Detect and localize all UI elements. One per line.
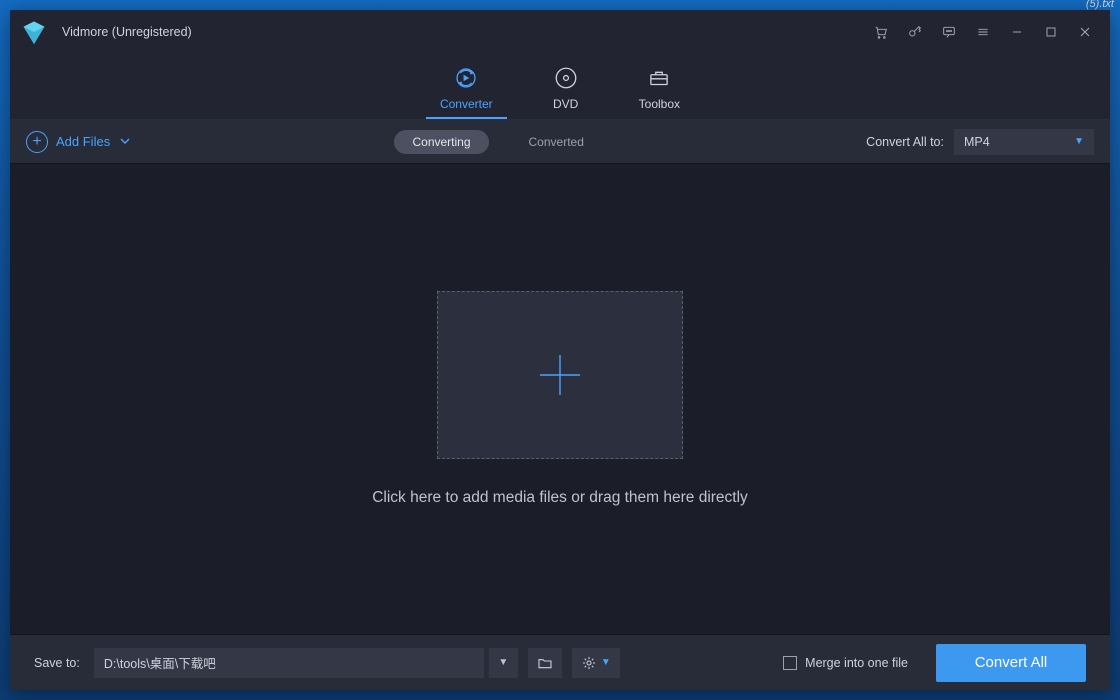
settings-button[interactable]: ▼ [572,648,620,678]
converted-tab[interactable]: Converted [511,130,602,154]
convert-all-button[interactable]: Convert All [936,644,1086,682]
main-tabs: Converter DVD Toolbox [10,54,1110,120]
tab-converter[interactable]: Converter [440,65,493,119]
app-title: Vidmore (Unregistered) [62,25,192,39]
save-to-label: Save to: [34,656,80,670]
plus-circle-icon: + [26,131,48,153]
tab-label: DVD [553,97,578,111]
convert-all-to-label: Convert All to: [866,135,944,149]
titlebar: Vidmore (Unregistered) [10,10,1110,54]
open-folder-button[interactable] [528,648,562,678]
add-files-button[interactable]: + Add Files [26,131,130,153]
status-toggle: Converting Converted [140,130,856,154]
app-window: Vidmore (Unregistered) Converter DVD T [10,10,1110,690]
key-icon[interactable] [898,10,932,54]
triangle-down-icon: ▼ [498,657,508,668]
bottom-bar: Save to: D:\tools\桌面\下载吧 ▼ ▼ Merge into … [10,634,1110,690]
action-bar: + Add Files Converting Converted Convert… [10,120,1110,164]
triangle-down-icon: ▼ [1074,136,1084,147]
tab-label: Converter [440,97,493,111]
dropbox[interactable] [437,291,683,459]
cart-icon[interactable] [864,10,898,54]
merge-label: Merge into one file [805,656,908,670]
merge-checkbox[interactable]: Merge into one file [783,656,908,670]
desktop-corner-filename: (5).txt [1086,0,1114,10]
triangle-down-icon: ▼ [601,657,611,668]
toolbox-icon [646,65,672,91]
minimize-button[interactable] [1000,10,1034,54]
tab-dvd[interactable]: DVD [553,65,579,119]
checkbox-icon [783,656,797,670]
close-button[interactable] [1068,10,1102,54]
tab-label: Toolbox [639,97,680,111]
dvd-icon [553,65,579,91]
tab-toolbox[interactable]: Toolbox [639,65,680,119]
add-files-label: Add Files [56,134,110,149]
dropzone-hint: Click here to add media files or drag th… [372,489,748,507]
save-path-field[interactable]: D:\tools\桌面\下载吧 [94,648,484,678]
menu-icon[interactable] [966,10,1000,54]
maximize-button[interactable] [1034,10,1068,54]
converter-icon [453,65,479,91]
format-value: MP4 [964,135,990,149]
converting-tab[interactable]: Converting [394,130,488,154]
save-path-value: D:\tools\桌面\下载吧 [104,653,216,672]
chevron-down-icon [120,134,130,149]
output-format-select[interactable]: MP4 ▼ [954,129,1094,155]
big-plus-icon [536,351,584,399]
save-path-dropdown[interactable]: ▼ [488,648,518,678]
feedback-icon[interactable] [932,10,966,54]
dropzone[interactable]: Click here to add media files or drag th… [10,164,1110,634]
app-logo [20,18,48,46]
